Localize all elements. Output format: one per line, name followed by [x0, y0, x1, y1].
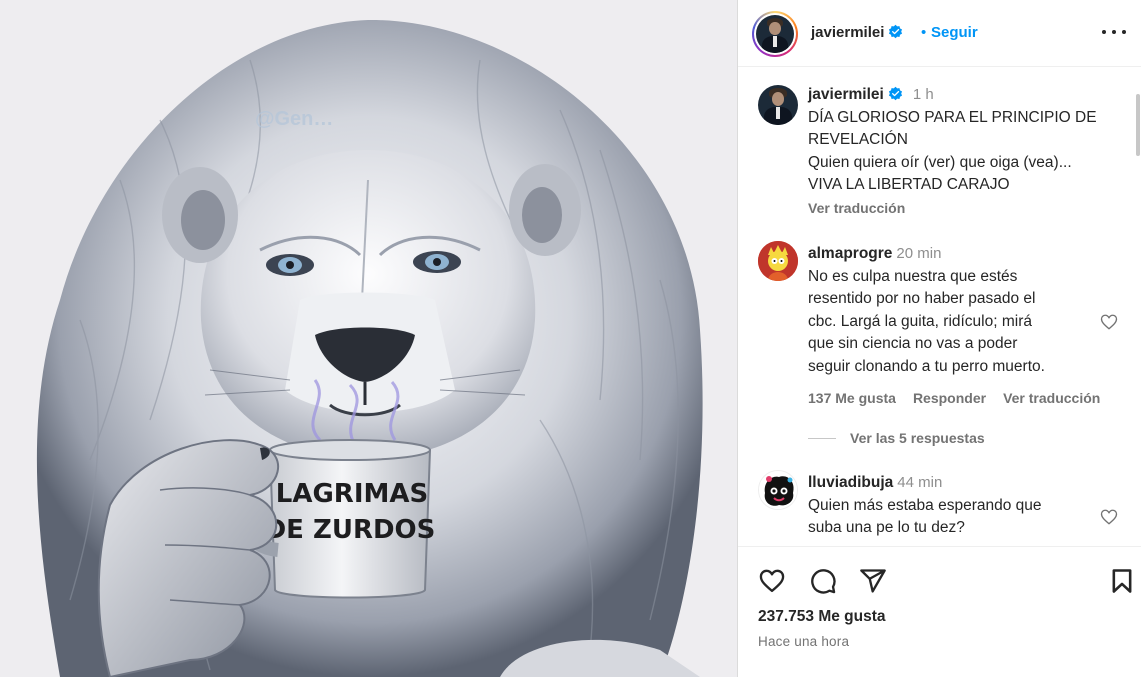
lion-illustration: LAGRIMAS DE ZURDOS @Gen…: [0, 0, 737, 677]
watermark: @Gen…: [255, 108, 333, 130]
post-image[interactable]: LAGRIMAS DE ZURDOS @Gen…: [0, 0, 737, 677]
bookmark-icon[interactable]: [1108, 567, 1136, 595]
avatar: [756, 15, 794, 53]
caption-see-translation[interactable]: Ver traducción: [808, 197, 1113, 220]
caption-line: REVELACIÓN: [808, 131, 908, 148]
verified-badge-icon: [888, 86, 902, 101]
more-horizontal-icon[interactable]: [1102, 22, 1126, 42]
comment-avatar[interactable]: [758, 470, 798, 510]
caption-avatar[interactable]: [758, 85, 798, 125]
like-comment-heart-icon[interactable]: [1100, 313, 1118, 331]
share-icon[interactable]: [859, 567, 887, 595]
comment-avatar[interactable]: [758, 241, 798, 281]
comment-username[interactable]: almaprogre: [808, 245, 892, 262]
comment-line: resentido por no haber pasado el: [808, 290, 1036, 307]
comment-likes[interactable]: 137 Me gusta: [808, 390, 896, 406]
comment-line: seguir clonando a tu perro muerto.: [808, 357, 1045, 375]
comment-line: Quien más estaba esperando que: [808, 496, 1042, 514]
comment-see-translation[interactable]: Ver traducción: [1003, 390, 1100, 406]
comment-line: suba una pe lo tu dez?: [808, 519, 965, 536]
caption-line: DÍA GLORIOSO PARA EL PRINCIPIO DE: [808, 108, 1097, 126]
caption-line: VIVA LA LIBERTAD CARAJO: [808, 176, 1010, 193]
comment-time[interactable]: 44 min: [897, 474, 942, 491]
comment-username[interactable]: lluviadibuja: [808, 474, 893, 491]
like-comment-heart-icon[interactable]: [1100, 508, 1118, 526]
caption: javiermilei 1 h DÍA GLORIOSO PARA EL PRIN…: [808, 84, 1113, 219]
post-timestamp[interactable]: Hace una hora: [758, 634, 849, 649]
reply-button[interactable]: Responder: [913, 390, 986, 406]
post-sidebar: javiermilei • Seguir javiermilei 1 h DÍA …: [737, 0, 1141, 677]
comments-list[interactable]: javiermilei 1 h DÍA GLORIOSO PARA EL PRIN…: [738, 68, 1141, 546]
view-replies-label: Ver las 5 respuestas: [850, 430, 985, 446]
comment: almaprogre 20 min No es culpa nuestra que…: [808, 243, 1113, 378]
likes-count[interactable]: 237.753 Me gusta: [758, 608, 886, 626]
post-viewer: LAGRIMAS DE ZURDOS @Gen… javiermilei • S…: [0, 0, 1141, 677]
comment-line: que sin ciencia no vas a poder: [808, 335, 1018, 352]
caption-username[interactable]: javiermilei: [808, 86, 884, 103]
comment-line: cbc. Largá la guita, ridículo; mirá: [808, 312, 1032, 330]
cartoon-avatar-icon: [759, 471, 797, 509]
comment-time[interactable]: 20 min: [896, 245, 941, 262]
verified-badge-icon: [889, 24, 903, 39]
post-header: javiermilei • Seguir: [738, 0, 1141, 67]
comment-line: No es culpa nuestra que estés: [808, 267, 1018, 285]
cartoon-avatar-icon: [758, 241, 798, 281]
mug-text-line2: DE ZURDOS: [265, 515, 436, 545]
username-text: javiermilei: [811, 24, 885, 41]
comment-actions: 137 Me gusta Responder Ver traducción: [808, 390, 1100, 406]
caption-time[interactable]: 1 h: [913, 86, 934, 103]
mug-text-line1: LAGRIMAS: [276, 479, 428, 509]
heart-icon[interactable]: [758, 567, 786, 595]
username-link[interactable]: javiermilei: [811, 24, 903, 41]
view-replies-button[interactable]: Ver las 5 respuestas: [808, 430, 985, 446]
caption-line: Quien quiera oír (ver) que oiga (vea)...: [808, 153, 1072, 171]
comment-icon[interactable]: [809, 567, 837, 595]
comments-scrollbar[interactable]: [1135, 68, 1141, 546]
story-ring[interactable]: [752, 11, 798, 57]
comment: lluviadibuja 44 min Quien más estaba espe…: [808, 472, 1113, 540]
follow-button[interactable]: Seguir: [931, 24, 978, 41]
header-separator: •: [921, 24, 927, 41]
